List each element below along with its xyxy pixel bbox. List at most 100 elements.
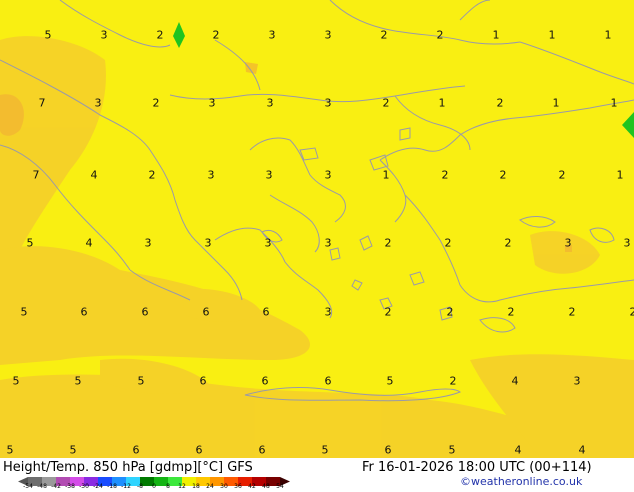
contour-value-label: 6 xyxy=(259,445,266,456)
contour-value-label: 3 xyxy=(101,30,108,41)
contour-value-label: 3 xyxy=(269,30,276,41)
contour-value-label: 4 xyxy=(91,170,98,181)
color-scale-tick: 12 xyxy=(178,484,186,490)
contour-value-label: 5 xyxy=(322,445,329,456)
contour-value-label: 3 xyxy=(265,238,272,249)
color-scale-tick: -38 xyxy=(65,484,75,490)
contour-value-label: 2 xyxy=(505,238,512,249)
valid-datetime: Fr 16-01-2026 18:00 UTC (00+114) xyxy=(362,460,592,475)
contour-value-label: 3 xyxy=(325,238,332,249)
contour-value-label: 2 xyxy=(450,376,457,387)
contour-value-label: 3 xyxy=(205,238,212,249)
contour-value-label: 7 xyxy=(33,170,40,181)
contour-value-label: 3 xyxy=(145,238,152,249)
color-scale-tick: -18 xyxy=(107,484,117,490)
contour-value-label: 3 xyxy=(624,238,631,249)
color-scale-tick: 54 xyxy=(276,484,284,490)
contour-value-label: 2 xyxy=(630,307,634,318)
credit-link[interactable]: ©weatheronline.co.uk xyxy=(460,475,582,488)
contour-value-label: 7 xyxy=(39,98,46,109)
contour-value-label: 3 xyxy=(565,238,572,249)
contour-value-label: 2 xyxy=(385,238,392,249)
contour-value-label: 3 xyxy=(574,376,581,387)
contour-value-label: 2 xyxy=(569,307,576,318)
contour-value-label: 3 xyxy=(325,30,332,41)
contour-value-label: 2 xyxy=(157,30,164,41)
color-scale-tick: 18 xyxy=(192,484,200,490)
contour-value-label: 2 xyxy=(497,98,504,109)
contour-value-label: 2 xyxy=(500,170,507,181)
contour-value-label: 4 xyxy=(515,445,522,456)
contour-value-label: 4 xyxy=(86,238,93,249)
contour-value-label: 3 xyxy=(266,170,273,181)
contour-value-label: 6 xyxy=(262,376,269,387)
color-scale-tick: -42 xyxy=(51,484,61,490)
color-scale-tick: 30 xyxy=(220,484,228,490)
color-scale-tick: 0 xyxy=(152,484,156,490)
contour-value-label: 5 xyxy=(70,445,77,456)
contour-value-label: 5 xyxy=(449,445,456,456)
green-marker-north xyxy=(173,22,185,48)
contour-value-label: 3 xyxy=(209,98,216,109)
contour-value-label: 5 xyxy=(7,445,14,456)
contour-value-label: 6 xyxy=(81,307,88,318)
color-scale-tick: -12 xyxy=(121,484,131,490)
weather-map: 5322332211173233321211742333122215433332… xyxy=(0,0,634,458)
contour-value-label: 2 xyxy=(442,170,449,181)
contour-value-label: 6 xyxy=(142,307,149,318)
contour-value-label: 6 xyxy=(263,307,270,318)
map-layer xyxy=(0,0,634,458)
contour-value-label: 6 xyxy=(385,445,392,456)
contour-value-label: 6 xyxy=(133,445,140,456)
contour-value-label: 1 xyxy=(605,30,612,41)
contour-value-label: 3 xyxy=(208,170,215,181)
contour-value-label: 6 xyxy=(325,376,332,387)
color-scale-tick: 36 xyxy=(234,484,242,490)
contour-value-label: 5 xyxy=(387,376,394,387)
contour-value-label: 1 xyxy=(549,30,556,41)
contour-value-label: 4 xyxy=(579,445,586,456)
contour-value-label: 2 xyxy=(559,170,566,181)
contour-value-label: 2 xyxy=(508,307,515,318)
contour-value-label: 5 xyxy=(27,238,34,249)
contour-value-label: 2 xyxy=(437,30,444,41)
contour-value-label: 3 xyxy=(325,98,332,109)
contour-value-label: 5 xyxy=(13,376,20,387)
footer-bar: Height/Temp. 850 hPa [gdmp][°C] GFS Fr 1… xyxy=(0,458,634,490)
contour-value-label: 3 xyxy=(325,307,332,318)
color-scale-tick: -48 xyxy=(37,484,47,490)
contour-value-label: 5 xyxy=(21,307,28,318)
contour-value-label: 5 xyxy=(45,30,52,41)
color-scale-tick: 24 xyxy=(206,484,214,490)
contour-value-label: 1 xyxy=(493,30,500,41)
contour-value-label: 1 xyxy=(617,170,624,181)
contour-value-label: 1 xyxy=(553,98,560,109)
color-scale: -54 -48 -42 -38 -30 -24 -18 -12 -8 0 8 12 18 24 30 36 42… xyxy=(18,473,298,492)
green-marker-east xyxy=(622,112,634,138)
color-scale-tick: -24 xyxy=(93,484,103,490)
contour-value-label: 2 xyxy=(445,238,452,249)
contour-value-label: 2 xyxy=(381,30,388,41)
color-scale-tick: 48 xyxy=(262,484,270,490)
contour-value-label: 2 xyxy=(447,307,454,318)
contour-value-label: 6 xyxy=(196,445,203,456)
color-scale-tick: 42 xyxy=(248,484,256,490)
contour-value-label: 2 xyxy=(153,98,160,109)
contour-value-label: 5 xyxy=(138,376,145,387)
contour-value-label: 3 xyxy=(325,170,332,181)
contour-value-label: 6 xyxy=(200,376,207,387)
color-scale-tick: -30 xyxy=(79,484,89,490)
contour-value-label: 3 xyxy=(95,98,102,109)
color-scale-tick: -8 xyxy=(137,484,143,490)
contour-value-label: 1 xyxy=(439,98,446,109)
contour-value-label: 6 xyxy=(203,307,210,318)
contour-value-label: 1 xyxy=(383,170,390,181)
contour-value-label: 2 xyxy=(149,170,156,181)
color-scale-tick: 8 xyxy=(166,484,170,490)
contour-value-label: 5 xyxy=(75,376,82,387)
contour-value-label: 2 xyxy=(385,307,392,318)
color-scale-tick: -54 xyxy=(23,484,33,490)
contour-value-label: 3 xyxy=(267,98,274,109)
contour-value-label: 1 xyxy=(611,98,618,109)
contour-value-label: 2 xyxy=(383,98,390,109)
